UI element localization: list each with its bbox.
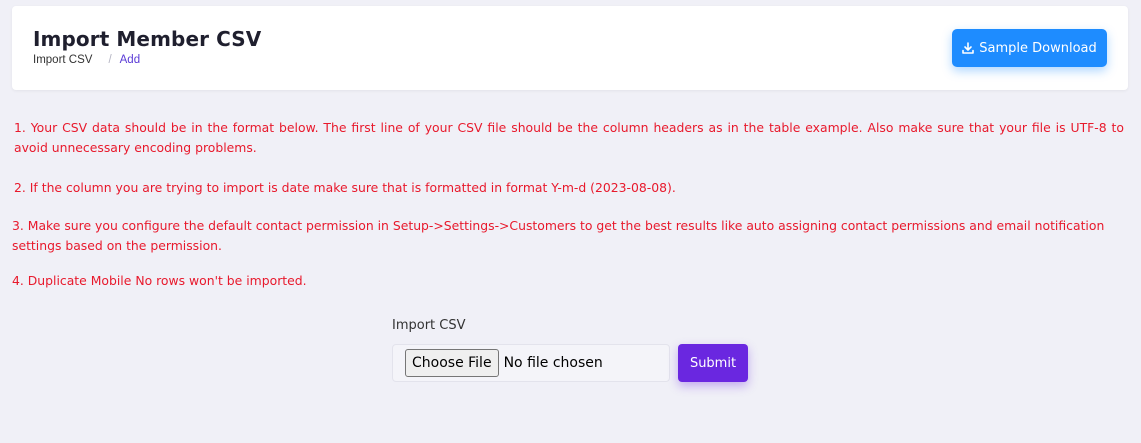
choose-file-button[interactable]: Choose File: [405, 349, 499, 377]
instruction-note-4: 4. Duplicate Mobile No rows won't be imp…: [12, 273, 307, 288]
breadcrumb-item-import-csv[interactable]: Import CSV: [33, 54, 92, 66]
page-title: Import Member CSV: [33, 27, 262, 51]
breadcrumb: Import CSV / Add: [33, 54, 140, 66]
instruction-note-3: 3. Make sure you configure the default c…: [12, 218, 1105, 253]
instruction-note-2: 2. If the column you are trying to impor…: [14, 180, 676, 195]
instruction-note-1: 1. Your CSV data should be in the format…: [14, 120, 1124, 155]
download-icon: [962, 42, 975, 54]
page-header: Import Member CSV Import CSV / Add Sampl…: [12, 6, 1128, 90]
breadcrumb-separator: /: [108, 54, 112, 66]
file-status-text: No file chosen: [503, 355, 603, 371]
import-csv-label: Import CSV: [392, 318, 466, 333]
sample-download-button[interactable]: Sample Download: [952, 29, 1107, 67]
file-input[interactable]: Choose File No file chosen: [392, 344, 670, 382]
sample-download-label: Sample Download: [979, 40, 1097, 56]
breadcrumb-item-add: Add: [119, 54, 141, 66]
submit-button[interactable]: Submit: [678, 344, 748, 382]
